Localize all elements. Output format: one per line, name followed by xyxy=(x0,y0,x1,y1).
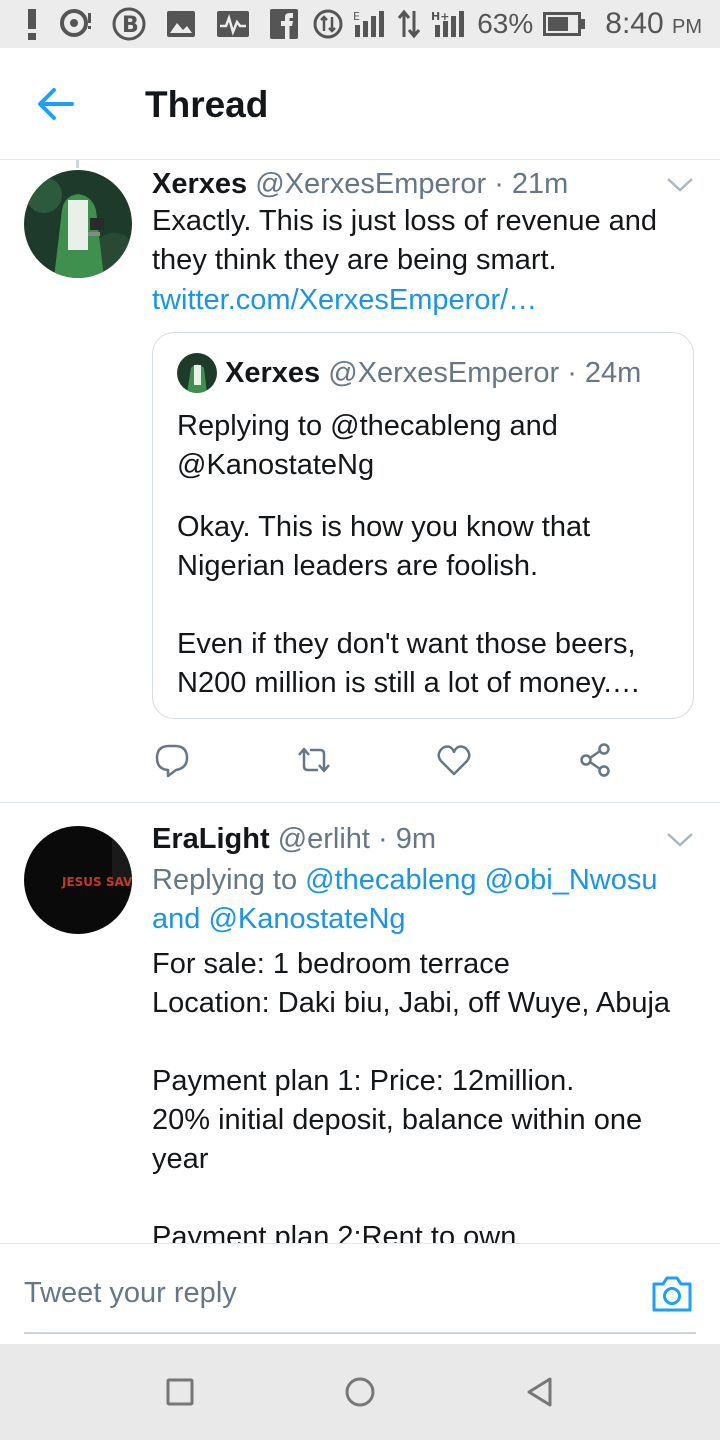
back-button[interactable] xyxy=(36,86,76,122)
tweet-header: Xerxes @XerxesEmperor · 21m xyxy=(152,168,568,201)
avatar-sign-text: JESUS SAVES xyxy=(61,875,132,889)
quote-username: @XerxesEmperor xyxy=(328,357,560,389)
back-arrow-icon xyxy=(38,88,74,120)
like-icon[interactable] xyxy=(436,742,472,778)
replying-to: Replying to @thecableng @obi_Nwosu and @… xyxy=(152,864,658,935)
facebook-icon xyxy=(270,9,298,39)
chat-icon xyxy=(58,9,92,39)
battery-icon xyxy=(543,12,586,36)
share-icon[interactable] xyxy=(577,742,613,778)
quote-replying-to: Replying to @thecableng and @KanostateNg xyxy=(177,410,558,481)
tweet-link[interactable]: twitter.com/XerxesEmperor/… xyxy=(152,281,697,320)
data-arrows-icon xyxy=(397,9,421,39)
avatar[interactable]: JESUS SAVES xyxy=(24,826,132,934)
recents-icon[interactable] xyxy=(162,1374,198,1410)
reply-icon[interactable] xyxy=(154,742,190,778)
tweet-text: For sale: 1 bedroom terrace Location: Da… xyxy=(152,948,671,1243)
tweet-actions xyxy=(0,742,720,782)
tweet-header: EraLight @erliht · 9m xyxy=(152,823,436,856)
mobile-data-icon xyxy=(313,9,343,39)
navigation-bar xyxy=(0,1344,720,1440)
thread-header: Thread xyxy=(0,48,720,160)
avatar[interactable] xyxy=(24,170,132,278)
tweet-eralight[interactable]: JESUS SAVES EraLight @erliht · 9m Replyi… xyxy=(0,803,720,1243)
quote-header: Xerxes @XerxesEmperor · 24m xyxy=(225,357,641,390)
camera-icon[interactable] xyxy=(650,1274,694,1314)
svg-text:E: E xyxy=(353,10,360,23)
display-name[interactable]: Xerxes xyxy=(152,168,247,200)
chevron-down-icon[interactable] xyxy=(666,176,694,194)
thread-connector xyxy=(76,160,79,168)
reply-underline xyxy=(24,1332,696,1334)
retweet-icon[interactable] xyxy=(296,742,332,778)
battery-percent: 63% xyxy=(477,8,534,39)
signal-hplus-icon: H+ xyxy=(431,9,467,39)
reply-bar: Tweet your reply xyxy=(0,1243,720,1345)
timestamp: · 21m xyxy=(494,168,569,200)
alert-icon xyxy=(26,7,38,41)
quote-text: Okay. This is how you know that Nigerian… xyxy=(177,511,641,699)
tweet-xerxes[interactable]: Xerxes @XerxesEmperor · 21m Exactly. Thi… xyxy=(0,160,720,802)
signal-icon: E xyxy=(353,9,387,39)
quote-timestamp: · 24m xyxy=(567,357,642,389)
status-bar: B E H+ 63% 8:40 PM xyxy=(0,0,720,48)
username[interactable]: @XerxesEmperor xyxy=(255,168,486,200)
quote-avatar xyxy=(177,353,217,393)
svg-text:B: B xyxy=(122,13,139,38)
b-icon: B xyxy=(112,7,146,41)
username[interactable]: @erliht xyxy=(278,823,370,855)
home-icon[interactable] xyxy=(342,1374,378,1410)
timestamp: · 9m xyxy=(378,823,437,855)
clock: 8:40 PM xyxy=(605,7,702,40)
pulse-icon xyxy=(216,10,250,38)
gallery-icon xyxy=(166,10,196,38)
tweet-text: Exactly. This is just loss of revenue an… xyxy=(152,205,658,276)
display-name[interactable]: EraLight xyxy=(152,823,270,855)
reply-input[interactable]: Tweet your reply xyxy=(24,1277,237,1310)
page-title: Thread xyxy=(145,84,269,125)
quote-display-name: Xerxes xyxy=(225,357,321,389)
quoted-tweet[interactable]: Xerxes @XerxesEmperor · 24m Replying to … xyxy=(152,332,694,719)
chevron-down-icon[interactable] xyxy=(666,831,694,849)
back-nav-icon[interactable] xyxy=(522,1374,558,1410)
